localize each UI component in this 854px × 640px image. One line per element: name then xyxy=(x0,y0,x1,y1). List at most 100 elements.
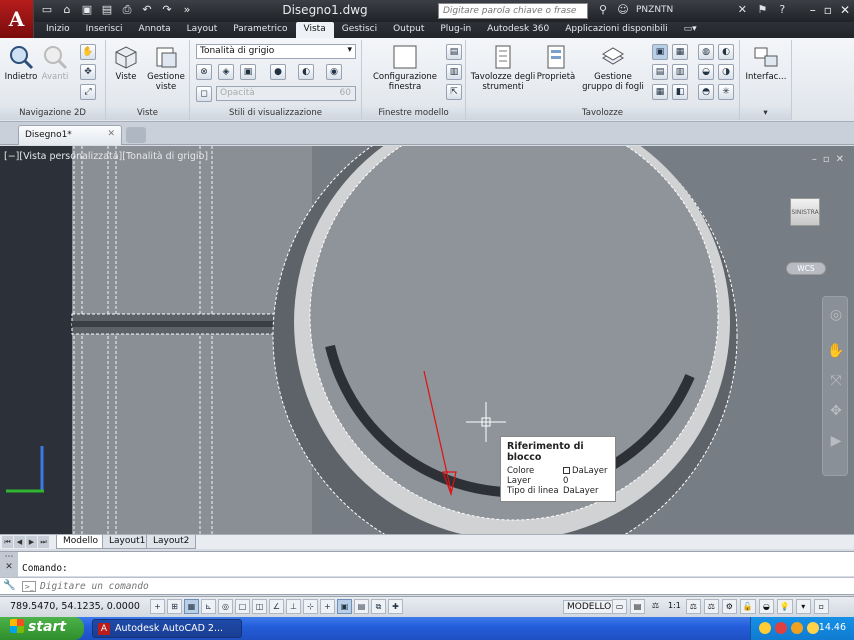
exchange-icon[interactable]: ✕ xyxy=(735,3,749,17)
last-layout-icon[interactable]: ⏭ xyxy=(38,536,49,548)
palette-icon-7[interactable]: ◍ xyxy=(698,44,714,60)
quick-props-icon[interactable]: ▤ xyxy=(354,599,369,614)
annotation-visibility-icon[interactable]: ⚖ xyxy=(685,599,701,614)
annotation-scale[interactable]: 1:1 xyxy=(666,599,683,614)
properties-button[interactable]: Proprietà xyxy=(536,44,576,82)
viewport-config-button[interactable]: Configurazione finestra xyxy=(366,44,444,92)
next-layout-icon[interactable]: ▶ xyxy=(26,536,37,548)
pan-hand-icon[interactable]: ✋ xyxy=(80,44,96,60)
clean-screen-icon[interactable]: ▫ xyxy=(813,599,829,614)
search-input[interactable]: Digitare parola chiave o frase xyxy=(438,3,588,19)
annotation-monitor-icon[interactable]: ✚ xyxy=(388,599,403,614)
antivirus-tray-icon[interactable] xyxy=(775,622,787,634)
pan-icon[interactable]: ✋ xyxy=(823,343,849,359)
transparency-icon[interactable]: ▣ xyxy=(337,599,352,614)
save-icon[interactable]: ▣ xyxy=(80,3,94,17)
network-tray-icon[interactable] xyxy=(807,622,819,634)
restore-viewport-icon[interactable]: ▫ xyxy=(823,154,830,165)
palette-icon-5[interactable]: ▦ xyxy=(652,84,668,100)
interface-button[interactable]: Interfac... xyxy=(742,44,790,82)
dyn-icon[interactable]: ⊹ xyxy=(303,599,318,614)
views-button[interactable]: Viste xyxy=(110,44,142,82)
back-button[interactable]: Indietro xyxy=(4,44,38,82)
prev-layout-icon[interactable]: ◀ xyxy=(14,536,25,548)
wrench-icon[interactable]: 🔧 xyxy=(3,580,15,591)
palette-icon-10[interactable]: ◑ xyxy=(718,64,734,80)
layout-tab-layout1[interactable]: Layout1 xyxy=(102,535,153,549)
ribbon-tab-autodesk-360[interactable]: Autodesk 360 xyxy=(479,22,557,38)
close-viewport-icon[interactable]: ✕ xyxy=(836,154,844,165)
palette-icon-8[interactable]: ◐ xyxy=(718,44,734,60)
polar-icon[interactable]: ◎ xyxy=(218,599,233,614)
wcs-menu[interactable]: WCS xyxy=(786,262,826,275)
ribbon-tab-output[interactable]: Output xyxy=(385,22,432,38)
tool-palettes-button[interactable]: Tavolozze degli strumenti xyxy=(470,44,536,92)
close-icon[interactable]: ✕ xyxy=(840,3,850,17)
taskbar-autocad-item[interactable]: A Autodesk AutoCAD 2... xyxy=(92,619,242,638)
shield-tray-icon[interactable] xyxy=(759,622,771,634)
new-file-icon[interactable]: ▭ xyxy=(40,3,54,17)
update-tray-icon[interactable] xyxy=(791,622,803,634)
drawing-area[interactable]: [−][Vista personalizzata][Tonalità di gr… xyxy=(0,146,854,534)
start-button[interactable]: start xyxy=(0,617,84,640)
infer-constraints-icon[interactable]: + xyxy=(150,599,165,614)
named-viewports-icon[interactable]: ▤ xyxy=(446,44,462,60)
ribbon-tab-inserisci[interactable]: Inserisci xyxy=(78,22,131,38)
user-name[interactable]: PNZNTN xyxy=(636,5,673,15)
grid-icon[interactable]: ▦ xyxy=(184,599,199,614)
restore-icon[interactable]: ▫ xyxy=(824,3,832,17)
layout-tab-model[interactable]: Modello xyxy=(56,535,106,549)
close-command-icon[interactable]: ✕ xyxy=(0,562,18,572)
print-icon[interactable]: ⎙ xyxy=(120,3,134,17)
annotation-scale-icon[interactable]: ⚖ xyxy=(648,599,663,614)
palette-icon-1[interactable]: ▣ xyxy=(652,44,668,60)
lock-icon[interactable]: 🔓 xyxy=(739,599,756,614)
auto-scale-icon[interactable]: ⚖ xyxy=(703,599,719,614)
forward-button[interactable]: Avanti xyxy=(38,44,72,82)
minimize-icon[interactable]: – xyxy=(810,3,816,17)
coordinates-readout[interactable]: 789.5470, 54.1235, 0.0000 xyxy=(10,601,140,612)
redo-icon[interactable]: ↷ xyxy=(160,3,174,17)
undo-icon[interactable]: ↶ xyxy=(140,3,154,17)
viewport-label[interactable]: [−][Vista personalizzata][Tonalità di gr… xyxy=(4,151,208,162)
palette-icon-4[interactable]: ▥ xyxy=(672,64,688,80)
xray-icon[interactable]: ◻ xyxy=(196,86,212,102)
ribbon-tab-toggle-icon[interactable]: ▭▾ xyxy=(676,22,705,38)
isolate-objects-icon[interactable]: 💡 xyxy=(776,599,793,614)
document-tab[interactable]: Disegno1* ✕ xyxy=(18,125,122,145)
snap-icon[interactable]: ⊞ xyxy=(167,599,182,614)
materials-icon[interactable]: ◐ xyxy=(298,64,314,80)
close-tab-icon[interactable]: ✕ xyxy=(107,129,115,139)
restore-viewport-icon[interactable]: ⇱ xyxy=(446,84,462,100)
lighting-icon[interactable]: ● xyxy=(270,64,286,80)
ribbon-tab-applicazioni-disponibili[interactable]: Applicazioni disponibili xyxy=(557,22,675,38)
ribbon-tab-inizio[interactable]: Inizio xyxy=(38,22,78,38)
new-tab-button[interactable] xyxy=(126,127,146,143)
palette-icon-2[interactable]: ▦ xyxy=(672,44,688,60)
steering-wheel-icon[interactable]: ◎ xyxy=(823,307,849,323)
render-icon[interactable]: ◉ xyxy=(326,64,342,80)
hardware-acceleration-icon[interactable]: ◒ xyxy=(758,599,774,614)
binoculars-icon[interactable]: ⚲ xyxy=(596,3,610,17)
showmotion-icon[interactable]: ▶ xyxy=(823,433,849,449)
palette-icon-11[interactable]: ◓ xyxy=(698,84,714,100)
viewcube[interactable]: SINISTRA xyxy=(790,198,820,226)
layout-tab-layout2[interactable]: Layout2 xyxy=(146,535,197,549)
ribbon-tab-gestisci[interactable]: Gestisci xyxy=(334,22,385,38)
open-file-icon[interactable]: ⌂ xyxy=(60,3,74,17)
ducs-icon[interactable]: ⊥ xyxy=(286,599,301,614)
recent-commands-icon[interactable]: >_ xyxy=(22,581,36,592)
ribbon-tab-annota[interactable]: Annota xyxy=(131,22,179,38)
otrack-icon[interactable]: ∠ xyxy=(269,599,284,614)
ribbon-tab-plug-in[interactable]: Plug-in xyxy=(432,22,479,38)
lineweight-icon[interactable]: + xyxy=(320,599,335,614)
quick-view-layouts-icon[interactable]: ▭ xyxy=(612,599,627,614)
ribbon-tab-layout[interactable]: Layout xyxy=(179,22,226,38)
application-menu-button[interactable]: A xyxy=(0,0,34,38)
zoom-icon[interactable]: ⤧ xyxy=(823,373,849,389)
palette-icon-6[interactable]: ◧ xyxy=(672,84,688,100)
zoom-extents-icon[interactable]: ⤢ xyxy=(80,84,96,100)
selection-cycling-icon[interactable]: ⧉ xyxy=(371,599,386,614)
edge-effects-icon[interactable]: ⊗ xyxy=(196,64,212,80)
3d-osnap-icon[interactable]: ◫ xyxy=(252,599,267,614)
